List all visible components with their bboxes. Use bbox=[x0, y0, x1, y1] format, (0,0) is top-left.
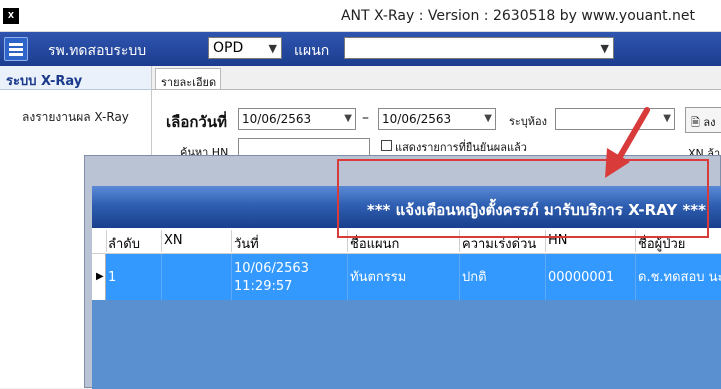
menu-icon[interactable] bbox=[4, 37, 28, 61]
cell-urgency: ปกติ bbox=[462, 270, 487, 285]
column-header-seq[interactable]: ลำดับ bbox=[108, 233, 140, 254]
department-select[interactable]: ▼ bbox=[344, 37, 614, 59]
annotation-highlight-box bbox=[337, 159, 709, 238]
chevron-down-icon: ▼ bbox=[484, 113, 492, 124]
room-label: ระบุห้อง bbox=[509, 115, 548, 128]
chevron-down-icon: ▼ bbox=[600, 42, 609, 55]
document-icon: 🗎 bbox=[691, 116, 700, 129]
date-label: เลือกวันที่ bbox=[166, 113, 227, 131]
cell-patient: ด.ช.ทดสอบ นะ bbox=[638, 270, 721, 285]
cell-seq: 1 bbox=[108, 270, 117, 285]
date-from-picker[interactable]: 10/06/2563 ▼ bbox=[238, 108, 356, 130]
top-toolbar: รพ.ทดสอบระบบ OPD ▼ แผนก ▼ bbox=[0, 32, 721, 66]
patient-type-select[interactable]: OPD ▼ bbox=[208, 37, 282, 59]
window-title: ANT X-Ray : Version : 2630518 by www.you… bbox=[340, 8, 695, 24]
chevron-down-icon: ▼ bbox=[344, 113, 352, 124]
column-header-xn[interactable]: XN bbox=[164, 233, 183, 248]
hospital-name: รพ.ทดสอบระบบ bbox=[48, 43, 147, 59]
sidebar-item-report-xray[interactable]: ลงรายงานผล X-Ray bbox=[22, 108, 129, 127]
cell-dept: ทันตกรรม bbox=[350, 270, 407, 285]
show-confirmed-checkbox[interactable] bbox=[381, 140, 392, 151]
cell-time: 11:29:57 bbox=[234, 279, 293, 294]
cell-hn: 00000001 bbox=[548, 270, 615, 285]
row-pointer-icon: ▶ bbox=[96, 271, 104, 282]
app-icon: X bbox=[3, 8, 19, 24]
column-header-date[interactable]: วันที่ bbox=[234, 233, 259, 254]
tab-bar: รายละเอียด bbox=[152, 66, 721, 90]
document-button[interactable]: 🗎 ลง bbox=[685, 107, 721, 133]
document-button-label: ลง bbox=[703, 116, 716, 129]
window-titlebar: X ANT X-Ray : Version : 2630518 by www.y… bbox=[0, 0, 721, 32]
department-label: แผนก bbox=[294, 43, 330, 59]
sidebar-heading: ระบบ X-Ray bbox=[0, 66, 151, 90]
date-to-value: 10/06/2563 bbox=[382, 112, 452, 126]
tab-details[interactable]: รายละเอียด bbox=[155, 68, 221, 90]
row-header[interactable]: ▶ bbox=[92, 254, 106, 300]
date-from-value: 10/06/2563 bbox=[242, 112, 312, 126]
date-to-picker[interactable]: 10/06/2563 ▼ bbox=[378, 108, 496, 130]
patient-type-value: OPD bbox=[213, 40, 244, 56]
room-select[interactable]: ▼ bbox=[555, 108, 675, 130]
alert-grid: ลำดับ XN วันที่ ชื่อแผนก ความเร่งด่วน HN… bbox=[92, 228, 721, 389]
table-row[interactable]: ▶ 1 10/06/2563 11:29:57 ทันตกรรม ปกติ 00… bbox=[92, 254, 721, 300]
date-range-dash: – bbox=[362, 110, 369, 126]
chevron-down-icon: ▼ bbox=[663, 113, 671, 124]
chevron-down-icon: ▼ bbox=[268, 42, 277, 55]
show-confirmed-label: แสดงรายการที่ยืนยันผลแล้ว bbox=[395, 141, 527, 154]
cell-date: 10/06/2563 bbox=[234, 261, 309, 276]
